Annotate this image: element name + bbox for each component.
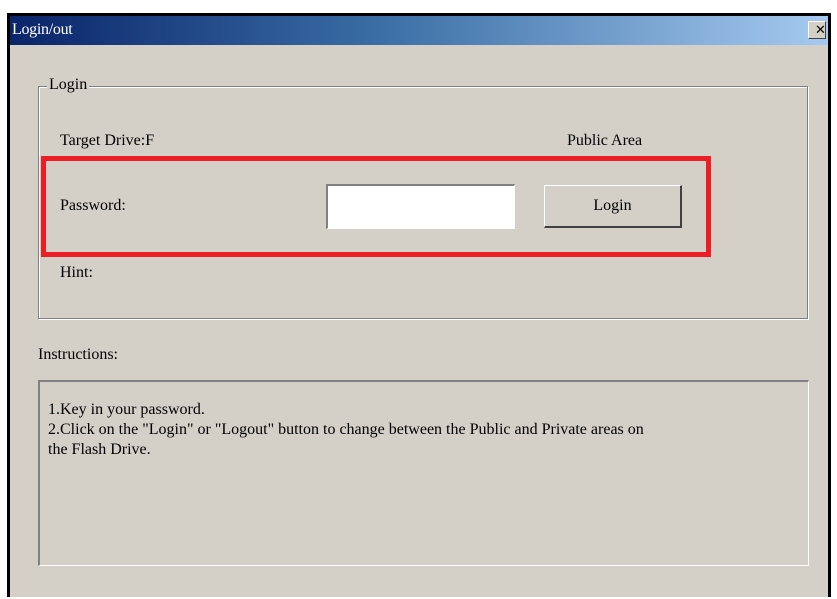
login-button[interactable]: Login (544, 185, 682, 228)
window-title: Login/out (12, 21, 73, 38)
target-drive-label: Target Drive:F (60, 132, 155, 149)
instruction-line-3: the Flash Drive. (48, 441, 151, 458)
login-group-legend: Login (47, 76, 90, 94)
close-icon: ✕ (815, 23, 826, 38)
instructions-panel: 1.Key in your password. 2.Click on the "… (38, 380, 809, 566)
area-status-label: Public Area (567, 132, 643, 149)
login-out-dialog: Login/out ✕ Login Target Drive:F Public … (7, 13, 831, 597)
instruction-line-1: 1.Key in your password. (48, 401, 205, 418)
instructions-heading: Instructions: (38, 346, 118, 363)
password-field[interactable] (326, 184, 515, 229)
hint-label: Hint: (60, 264, 93, 281)
title-bar[interactable]: Login/out ✕ (10, 16, 828, 45)
close-button[interactable]: ✕ (808, 21, 826, 39)
instruction-line-2: 2.Click on the "Login" or "Logout" butto… (48, 421, 644, 438)
password-label: Password: (60, 197, 126, 214)
